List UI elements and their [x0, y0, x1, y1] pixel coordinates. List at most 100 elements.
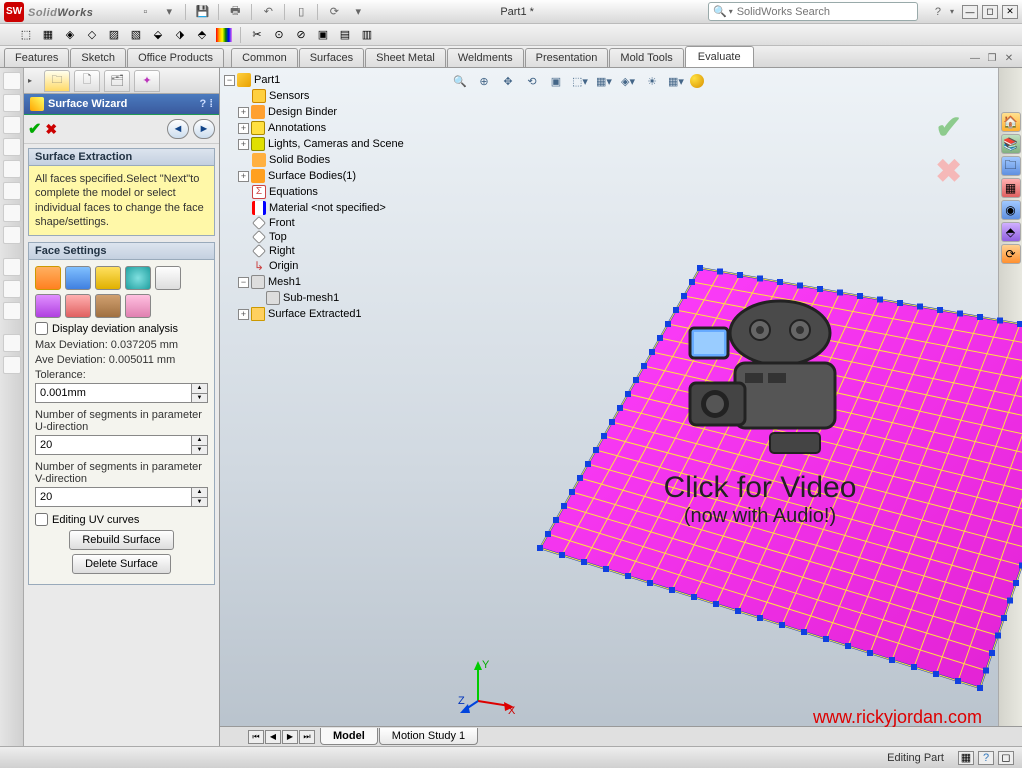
- view-orient-button[interactable]: ⬚▾: [570, 72, 590, 90]
- select-button[interactable]: ▯: [290, 2, 312, 22]
- tab-scroll-first[interactable]: ⏮: [248, 730, 264, 744]
- tab-motion-study[interactable]: Motion Study 1: [379, 728, 478, 745]
- tab-office-products[interactable]: Office Products: [127, 48, 224, 67]
- u-segments-input[interactable]: [35, 435, 192, 455]
- tab-scroll-prev[interactable]: ◀: [265, 730, 281, 744]
- scene-button[interactable]: ☀: [642, 72, 662, 90]
- tool-button[interactable]: ⬚: [16, 26, 36, 44]
- tool-button[interactable]: ▧: [126, 26, 146, 44]
- tree-item[interactable]: Material <not specified>: [224, 200, 514, 216]
- shape-torus-button[interactable]: [65, 294, 91, 318]
- tool-button[interactable]: ▥: [357, 26, 377, 44]
- shape-cylinder-button[interactable]: [65, 266, 91, 290]
- pm-tab-feature-manager[interactable]: 🗀: [44, 70, 70, 92]
- maximize-window-button[interactable]: ◻: [982, 5, 998, 19]
- tree-item[interactable]: +Lights, Cameras and Scene: [224, 136, 514, 152]
- uv-curves-checkbox[interactable]: [35, 513, 48, 526]
- collapse-arrow-icon[interactable]: ▸: [28, 76, 32, 85]
- help-button[interactable]: ?: [927, 2, 949, 22]
- next-button[interactable]: ►: [193, 119, 215, 139]
- prev-button[interactable]: ◄: [167, 119, 189, 139]
- tree-item[interactable]: +Surface Bodies(1): [224, 168, 514, 184]
- feature-icon[interactable]: [3, 72, 21, 90]
- tab-mold-tools[interactable]: Mold Tools: [609, 48, 683, 67]
- pm-tab-configuration[interactable]: 🗂: [104, 70, 130, 92]
- tree-item[interactable]: Sub-mesh1: [224, 290, 514, 306]
- feature-icon[interactable]: [3, 356, 21, 374]
- tab-scroll-last[interactable]: ⏭: [299, 730, 315, 744]
- tool-button[interactable]: ▦: [38, 26, 58, 44]
- tree-item[interactable]: Top: [224, 230, 514, 244]
- tab-scroll-next[interactable]: ▶: [282, 730, 298, 744]
- shape-extrude-button[interactable]: [95, 294, 121, 318]
- minimize-window-button[interactable]: —: [962, 5, 978, 19]
- tab-evaluate[interactable]: Evaluate: [685, 46, 754, 67]
- options-button[interactable]: ▾: [347, 2, 369, 22]
- undo-button[interactable]: ↶: [257, 2, 279, 22]
- tab-model[interactable]: Model: [320, 728, 378, 745]
- doc-minimize-button[interactable]: —: [968, 52, 982, 65]
- resources-tab[interactable]: 🏠: [1001, 112, 1021, 132]
- tree-expand-icon[interactable]: +: [238, 107, 249, 118]
- display-style-button[interactable]: ▦▾: [594, 72, 614, 90]
- feature-icon[interactable]: [3, 160, 21, 178]
- tree-expand-icon[interactable]: +: [238, 123, 249, 134]
- tool-button[interactable]: ✂: [247, 26, 267, 44]
- tree-expand-icon[interactable]: +: [238, 139, 249, 150]
- feature-icon[interactable]: [3, 258, 21, 276]
- tree-expand-icon[interactable]: +: [238, 171, 249, 182]
- tree-expand-icon[interactable]: +: [238, 309, 249, 320]
- apply-scene-button[interactable]: ▦▾: [666, 72, 686, 90]
- deviation-checkbox-row[interactable]: Display deviation analysis: [35, 322, 208, 335]
- search-box[interactable]: 🔍 ▾: [708, 2, 918, 21]
- hide-show-button[interactable]: ◈▾: [618, 72, 638, 90]
- feature-icon[interactable]: [3, 116, 21, 134]
- tab-weldments[interactable]: Weldments: [447, 48, 524, 67]
- tree-expand-icon[interactable]: −: [238, 277, 249, 288]
- view-palette-tab[interactable]: ▦: [1001, 178, 1021, 198]
- feature-icon[interactable]: [3, 280, 21, 298]
- tree-item[interactable]: +Surface Extracted1: [224, 306, 514, 322]
- tool-button[interactable]: ▤: [335, 26, 355, 44]
- file-explorer-tab[interactable]: 🗀: [1001, 156, 1021, 176]
- feature-icon[interactable]: [3, 334, 21, 352]
- pm-help-button[interactable]: ? ⁞: [200, 98, 213, 110]
- save-button[interactable]: 💾: [191, 2, 213, 22]
- tool-button[interactable]: ▨: [104, 26, 124, 44]
- tree-item[interactable]: Front: [224, 216, 514, 230]
- tree-item[interactable]: Solid Bodies: [224, 152, 514, 168]
- tree-item[interactable]: ↳Origin: [224, 258, 514, 274]
- print-button[interactable]: 🖶: [224, 2, 246, 22]
- tree-item[interactable]: +Annotations: [224, 120, 514, 136]
- ok-button[interactable]: ✔: [28, 119, 41, 139]
- feature-icon[interactable]: [3, 302, 21, 320]
- search-dropdown-arrow[interactable]: ▾: [729, 7, 733, 16]
- appearance-button[interactable]: [214, 26, 234, 44]
- feature-icon[interactable]: [3, 182, 21, 200]
- feature-icon[interactable]: [3, 226, 21, 244]
- custom-props-tab[interactable]: ⬘: [1001, 222, 1021, 242]
- tab-common[interactable]: Common: [231, 48, 298, 67]
- tree-root[interactable]: − Part1: [224, 72, 514, 88]
- pm-tab-dimxpert[interactable]: ✦: [134, 70, 160, 92]
- section-button[interactable]: ▣: [546, 72, 566, 90]
- tolerance-spinner[interactable]: ▲▼: [192, 383, 208, 403]
- tolerance-input[interactable]: [35, 383, 192, 403]
- u-segments-spinner[interactable]: ▲▼: [192, 435, 208, 455]
- open-file-button[interactable]: ▾: [158, 2, 180, 22]
- doc-close-button[interactable]: ✕: [1002, 52, 1016, 65]
- tool-button[interactable]: ⬘: [192, 26, 212, 44]
- tool-button[interactable]: ◇: [82, 26, 102, 44]
- rebuild-button[interactable]: ⟳: [323, 2, 345, 22]
- tool-button[interactable]: ⊘: [291, 26, 311, 44]
- confirm-ok-button[interactable]: ✔: [935, 108, 962, 146]
- tree-item[interactable]: ΣEquations: [224, 184, 514, 200]
- feature-icon[interactable]: [3, 94, 21, 112]
- rebuild-surface-button[interactable]: Rebuild Surface: [69, 530, 173, 550]
- tab-sheet-metal[interactable]: Sheet Metal: [365, 48, 446, 67]
- search-input[interactable]: [737, 6, 913, 18]
- video-overlay[interactable]: Click for Video (now with Audio!): [660, 288, 860, 528]
- shape-bspline-button[interactable]: [35, 294, 61, 318]
- doc-restore-button[interactable]: ❐: [985, 52, 999, 65]
- confirm-cancel-button[interactable]: ✖: [935, 152, 962, 190]
